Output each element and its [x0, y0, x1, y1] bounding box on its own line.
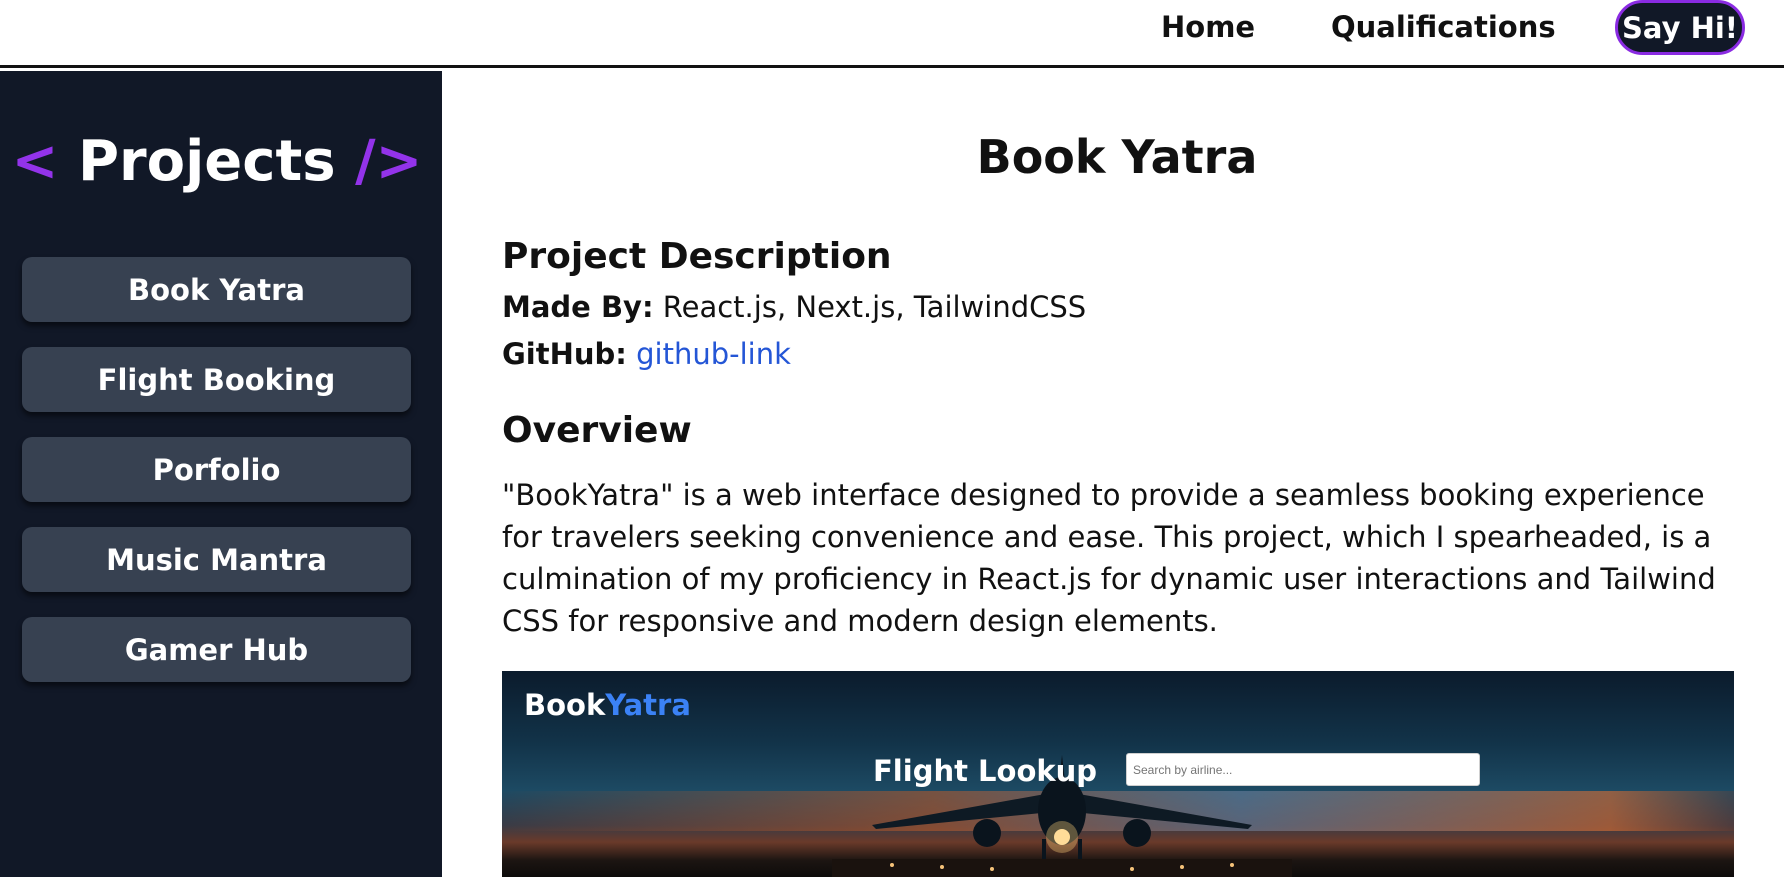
- overview-heading: Overview: [502, 410, 692, 451]
- github-label: GitHub:: [502, 337, 627, 371]
- sidebar-title-close-bracket: />: [355, 129, 423, 194]
- sidebar-title: < Projects />: [0, 126, 434, 198]
- made-by-label: Made By:: [502, 290, 654, 324]
- top-navbar: Home Qualifications Say Hi!: [0, 0, 1784, 68]
- banner-logo: BookYatra: [524, 687, 691, 723]
- project-detail: Book Yatra Project Description Made By: …: [442, 71, 1784, 877]
- github-link[interactable]: github-link: [636, 337, 791, 371]
- project-button-gamer-hub[interactable]: Gamer Hub: [22, 617, 411, 682]
- project-button-music-mantra[interactable]: Music Mantra: [22, 527, 411, 592]
- made-by-value: React.js, Next.js, TailwindCSS: [662, 290, 1087, 324]
- sidebar-title-text: Projects: [77, 129, 336, 194]
- sidebar-title-open-bracket: <: [11, 129, 59, 194]
- project-button-porfolio[interactable]: Porfolio: [22, 437, 411, 502]
- page-title: Book Yatra: [976, 130, 1258, 184]
- project-button-flight-booking[interactable]: Flight Booking: [22, 347, 411, 412]
- banner-logo-part1: Book: [524, 688, 606, 722]
- say-hi-button[interactable]: Say Hi!: [1615, 0, 1745, 55]
- description-heading: Project Description: [502, 236, 892, 277]
- banner-logo-part2: Yatra: [605, 688, 691, 722]
- github-row: GitHub: github-link: [502, 335, 791, 373]
- airline-search-input[interactable]: [1126, 753, 1480, 786]
- banner-heading: Flight Lookup: [873, 754, 1098, 788]
- projects-sidebar: < Projects /> Book Yatra Flight Booking …: [0, 71, 442, 877]
- project-button-book-yatra[interactable]: Book Yatra: [22, 257, 411, 322]
- nav-home-link[interactable]: Home: [1161, 8, 1255, 46]
- overview-paragraph: "BookYatra" is a web interface designed …: [502, 478, 1716, 638]
- nav-qualifications-link[interactable]: Qualifications: [1331, 8, 1556, 46]
- project-screenshot: BookYatra Flight Lookup: [502, 671, 1734, 877]
- made-by-row: Made By: React.js, Next.js, TailwindCSS: [502, 288, 1086, 326]
